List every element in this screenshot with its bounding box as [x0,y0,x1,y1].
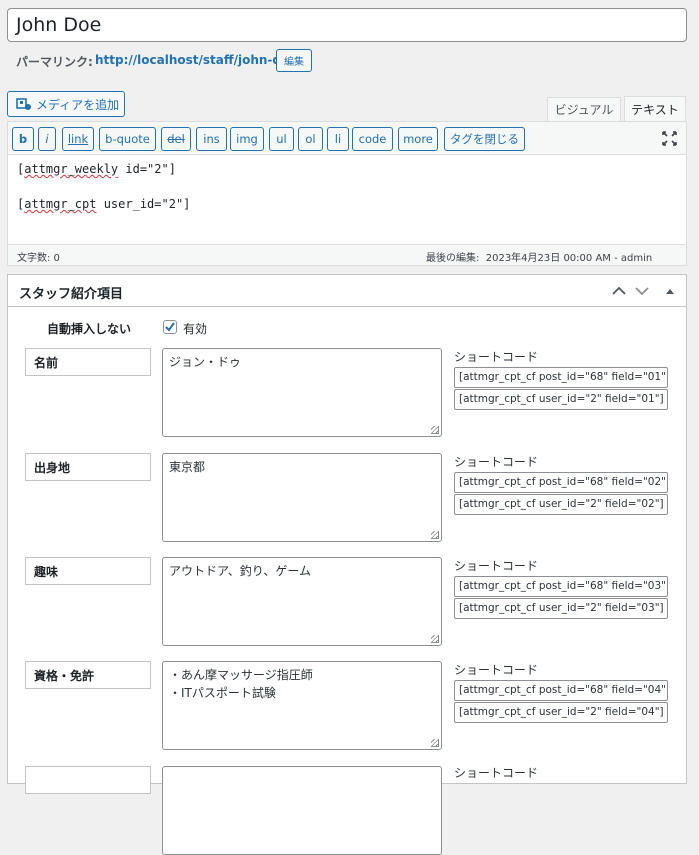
add-media-button[interactable]: メディアを追加 [7,91,125,117]
quicktag-button-img[interactable]: img [230,127,264,151]
auto-insert-checkbox-label: 有効 [183,322,208,336]
quicktag-button-i[interactable]: i [38,127,56,151]
quicktag-button-more[interactable]: more [398,127,438,151]
auto-insert-checkbox[interactable] [163,320,177,334]
field-label: 資格・免許 [25,661,151,689]
collapse-toggle-icon[interactable] [662,283,678,299]
shortcode-post-input[interactable]: [attmgr_cpt_cf post_id="68" field="04"] [454,680,668,701]
field-textarea[interactable]: ジョン・ドゥ [162,348,442,437]
shortcode-label: ショートコード [454,559,539,573]
shortcode-user-input[interactable]: [attmgr_cpt_cf user_id="2" field="01"] [454,389,668,410]
quicktag-button-タグを閉じる[interactable]: タグを閉じる [444,127,525,151]
field-value: 東京都 [169,460,206,474]
field-value: ジョン・ドゥ [169,355,242,369]
permalink-url[interactable]: http://localhost/staff/john-doe [95,53,297,67]
field-textarea[interactable]: 東京都 [162,453,442,542]
quicktag-button-b[interactable]: b [12,127,34,151]
shortcode-user-input[interactable]: [attmgr_cpt_cf user_id="2" field="04"] [454,702,668,723]
shortcode-label: ショートコード [454,663,539,677]
shortcode-label: ショートコード [454,350,539,364]
resize-handle-icon[interactable] [431,635,439,643]
move-up-icon[interactable] [611,283,627,299]
media-icon [16,96,32,112]
editor-line[interactable]: [attmgr_weekly id="2"] [17,162,176,176]
last-edited: 最後の編集: 2023年4月23日 00:00 AM - admin [426,253,653,264]
quicktag-button-li[interactable]: li [327,127,349,151]
field-value: ・あん摩マッサージ指圧師 ・ITパスポート試験 [169,668,313,700]
shortcode-user-input[interactable]: [attmgr_cpt_cf user_id="2" field="03"] [454,598,668,619]
shortcode-post-input[interactable]: [attmgr_cpt_cf post_id="68" field="02"] [454,472,668,493]
quicktag-button-code[interactable]: code [352,127,393,151]
shortcode-post-input[interactable]: [attmgr_cpt_cf post_id="68" field="01"] [454,367,668,388]
quicktag-button-del[interactable]: del [161,127,191,151]
shortcode-label: ショートコード [454,455,539,469]
field-value: アウトドア、釣り、ゲーム [169,564,311,578]
shortcode-label: ショートコード [454,766,539,780]
field-label: 出身地 [25,453,151,481]
field-label: 名前 [25,348,151,376]
fullscreen-icon[interactable] [662,131,677,146]
resize-handle-icon[interactable] [431,739,439,747]
quicktag-button-b-quote[interactable]: b-quote [99,127,156,151]
auto-insert-label: 自動挿入しない [47,322,132,336]
editor-line[interactable]: [attmgr_cpt user_id="2"] [17,197,190,211]
word-count: 文字数: 0 [17,253,60,264]
resize-handle-icon[interactable] [431,426,439,434]
field-textarea[interactable]: ・あん摩マッサージ指圧師 ・ITパスポート試験 [162,661,442,750]
post-title-input[interactable]: John Doe [7,8,687,42]
quicktag-button-ul[interactable]: ul [269,127,294,151]
field-label: 趣味 [25,557,151,585]
move-down-icon[interactable] [634,283,650,299]
add-media-label: メディアを追加 [36,97,120,112]
permalink-label: パーマリンク: [16,55,93,69]
quicktag-button-ol[interactable]: ol [298,127,323,151]
tab-visual[interactable]: ビジュアル [547,97,621,121]
quicktag-button-link[interactable]: link [62,127,94,151]
shortcode-user-input[interactable]: [attmgr_cpt_cf user_id="2" field="02"] [454,494,668,515]
shortcode-post-input[interactable]: [attmgr_cpt_cf post_id="68" field="03"] [454,576,668,597]
editor-status-bar: 文字数: 0 最後の編集: 2023年4月23日 00:00 AM - admi… [8,244,686,265]
field-textarea[interactable] [162,766,442,855]
field-label [25,766,151,794]
metabox-title: スタッフ紹介項目 [19,287,124,302]
field-textarea[interactable]: アウトドア、釣り、ゲーム [162,557,442,646]
tab-text[interactable]: テキスト [624,96,686,121]
quicktag-button-ins[interactable]: ins [196,127,227,151]
permalink-edit-button[interactable]: 編集 [276,49,312,72]
resize-handle-icon[interactable] [431,531,439,539]
